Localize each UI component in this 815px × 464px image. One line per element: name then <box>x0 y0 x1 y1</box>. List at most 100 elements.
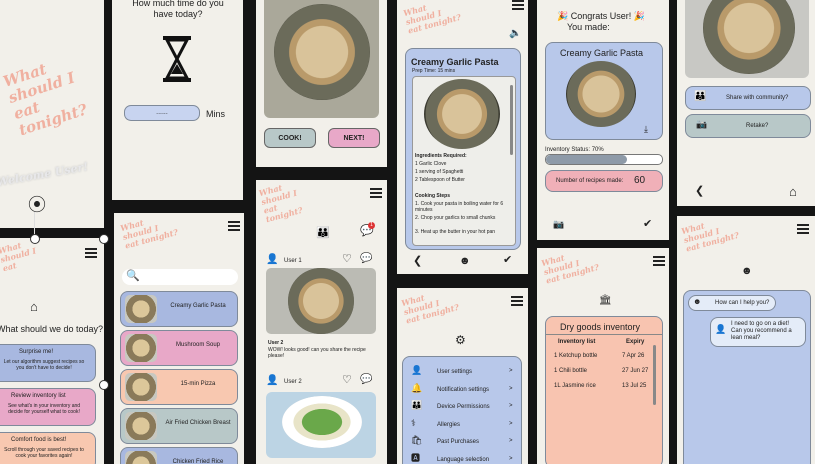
settings-item[interactable]: 🅰 Language selection > <box>407 453 515 464</box>
time-screen: How much time do you have today? ...... … <box>112 0 243 200</box>
search-icon: 🔍 <box>126 270 140 282</box>
settings-item[interactable]: 🛍 Past Purchases > <box>407 435 515 449</box>
chat-screen: What should Ieat tonight? ☻ ☻ How can I h… <box>677 216 815 464</box>
recipe-card: Creamy Garlic Pasta Prep Time: 15 mins I… <box>405 48 521 250</box>
bag-icon: 🛍 <box>411 435 423 445</box>
option-review-inventory[interactable]: Review inventory list See what's in your… <box>0 388 96 426</box>
back-arrow-icon[interactable]: ❮ <box>695 186 704 197</box>
comment-icon[interactable]: 💬 <box>360 375 372 385</box>
dish-preview-screen: COOK! NEXT! <box>256 0 387 167</box>
recipe-list-screen: What should Ieat tonight? 🔍 Creamy Garlic… <box>114 213 244 464</box>
recipe-item[interactable]: Creamy Garlic Pasta <box>120 291 238 327</box>
recipe-prep-time: Prep Time: 15 mins <box>412 68 456 74</box>
settings-item[interactable]: 👪 Device Permissions > <box>407 400 515 414</box>
download-icon[interactable]: ⤓ <box>644 125 648 134</box>
pantry-icon: 🏛 <box>599 295 612 306</box>
chef-icon[interactable]: ☻ <box>459 256 471 267</box>
step-item: 3. Heat up the butter in your hot pan <box>415 229 496 235</box>
home-icon[interactable]: ⌂ <box>789 185 797 198</box>
recipe-scrollbar[interactable] <box>510 85 513 155</box>
comment-icon[interactable]: 💬 <box>360 254 372 264</box>
made-dish-card: Creamy Garlic Pasta ⤓ <box>545 42 663 140</box>
menu-icon[interactable] <box>228 221 240 231</box>
inventory-screen: What should Ieat tonight? 🏛 Dry goods inv… <box>537 248 669 464</box>
post-comment: WOW! looks good! can you share the recip… <box>268 347 366 359</box>
step-item: 1. Cook your pasta in boiling water for … <box>415 201 504 213</box>
settings-item[interactable]: 👤 User settings > <box>407 365 515 379</box>
inventory-progress-fill <box>546 155 628 164</box>
menu-icon[interactable] <box>85 248 97 258</box>
search-bar[interactable]: 🔍 <box>122 269 238 285</box>
step-item: 2. Chop your garlics to small chunks <box>415 215 496 221</box>
app-logo-small: What should I eat tonight? <box>257 182 304 225</box>
pasta-bowl-image <box>274 4 370 100</box>
next-button[interactable]: NEXT! <box>328 128 380 148</box>
congrats-text: 🎉 Congrats User! 🎉 <box>557 11 645 21</box>
steps-heading: Cooking Steps <box>415 193 451 199</box>
option-surprise[interactable]: Surprise me! Let our algorithm suggest r… <box>0 344 96 382</box>
inventory-divider <box>546 334 662 335</box>
recipe-name: Creamy Garlic Pasta <box>170 303 226 309</box>
chevron-right-icon: > <box>509 403 513 409</box>
camera-icon[interactable]: 📷 <box>553 220 564 229</box>
retake-button[interactable]: 📷 Retake? <box>685 114 811 138</box>
app-logo-small: What should Ieat tonight? <box>402 2 463 36</box>
avatar-icon: 👤 <box>266 254 279 265</box>
recipe-name: Air Fried Chicken Breast <box>165 420 231 426</box>
inventory-expiry: 7 Apr 26 <box>622 353 645 359</box>
menu-icon[interactable] <box>370 188 382 198</box>
menu-icon[interactable] <box>797 224 809 234</box>
welcome-screen: What should I eat tonight? Welcome User!… <box>0 0 104 228</box>
checkmark-icon[interactable]: ✔ <box>503 255 512 266</box>
you-made-text: You made: <box>567 22 610 32</box>
hourglass-icon <box>162 36 192 82</box>
gear-icon: ⚙ <box>455 333 466 347</box>
speaker-icon[interactable]: 🔈 <box>509 29 521 39</box>
like-icon[interactable]: ♡ <box>342 254 352 265</box>
community-icon[interactable]: 👪 <box>316 228 330 239</box>
time-input[interactable]: ...... <box>124 105 200 121</box>
settings-item[interactable]: ⚕ Allergies > <box>407 418 515 432</box>
notification-badge: 1 <box>368 222 375 229</box>
recipe-thumb <box>125 412 157 440</box>
camera-icon: 📷 <box>696 119 708 129</box>
chevron-right-icon: > <box>509 420 513 427</box>
avatar-icon: 👤 <box>266 375 279 386</box>
menu-icon[interactable] <box>511 296 523 306</box>
inventory-title: Dry goods inventory <box>560 322 641 332</box>
menu-icon[interactable] <box>512 0 524 10</box>
checkmark-icon[interactable]: ✔ <box>643 219 652 230</box>
inventory-col-expiry: Expiry <box>626 339 645 345</box>
chevron-right-icon: > <box>509 455 513 462</box>
inventory-col-item: Inventory list <box>558 339 596 345</box>
back-arrow-icon[interactable]: ❮ <box>413 256 422 267</box>
menu-icon[interactable] <box>653 256 665 266</box>
community-icon: 👪 <box>694 91 707 102</box>
settings-item[interactable]: 🔔 Notification settings > <box>407 383 515 397</box>
app-logo-small: What should Ieat tonight? <box>540 252 601 286</box>
home-screen: What should Ieat ⌂ What should we do toda… <box>0 238 104 464</box>
chat-panel: ☻ How can I help you? 👤 I need to go on … <box>683 290 811 464</box>
ingredient-item: 1 serving of Spaghetti <box>415 169 464 175</box>
allergies-icon: ⚕ <box>411 417 416 428</box>
share-button[interactable]: 👪 Share with community? <box>685 86 811 110</box>
recipe-item[interactable]: 15-min Pizza <box>120 369 238 405</box>
app-logo-small: What should Ieat tonight? <box>680 220 741 254</box>
recipes-made-label: Number of recipes made: <box>556 178 624 184</box>
user-icon: 👤 <box>411 365 423 375</box>
fingerprint-icon[interactable]: ⦿ <box>28 196 46 214</box>
cook-button[interactable]: COOK! <box>264 128 316 148</box>
like-icon[interactable]: ♡ <box>342 375 352 386</box>
recipe-thumb <box>125 334 157 362</box>
recipe-thumb <box>125 373 157 401</box>
recipe-item[interactable]: Air Fried Chicken Breast <box>120 408 238 444</box>
app-logo-small: What should Ieat tonight? <box>119 217 180 251</box>
share-screen: 👪 Share with community? 📷 Retake? ❮ ⌂ <box>677 0 815 206</box>
inventory-scrollbar[interactable] <box>653 345 656 405</box>
home-icon: ⌂ <box>30 299 38 314</box>
recipe-item[interactable]: Chicken Fried Rice <box>120 447 238 464</box>
option-comfort-food[interactable]: Comfort food is best! Scroll through you… <box>0 432 96 464</box>
recipe-item[interactable]: Mushroom Soup <box>120 330 238 366</box>
recipes-made-count: 60 <box>634 175 646 186</box>
recipe-title: Creamy Garlic Pasta <box>411 57 499 67</box>
